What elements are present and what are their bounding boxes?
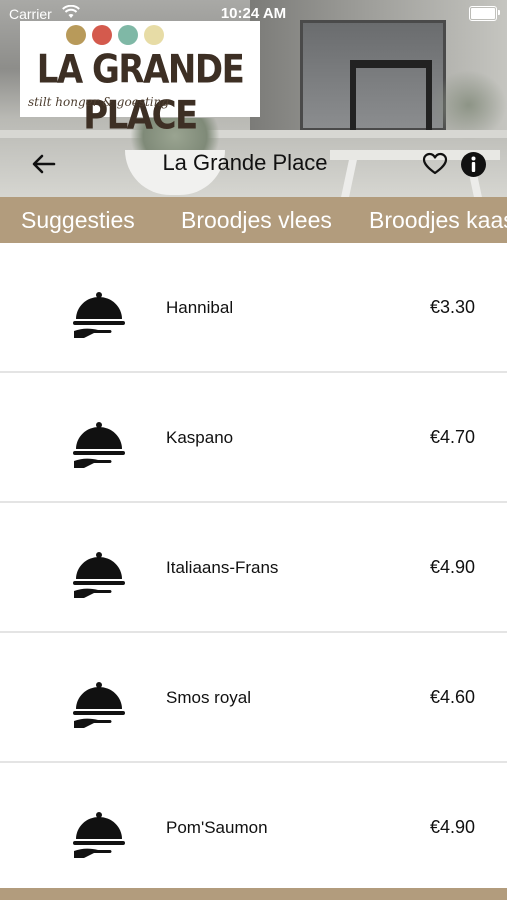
product-list: Hannibal €3.30 Kaspano €4.70 Italiaans-F… (0, 243, 507, 893)
list-item[interactable]: Smos royal €4.60 (0, 633, 507, 763)
tab-suggesties[interactable]: Suggesties (21, 197, 135, 243)
list-item[interactable]: Kaspano €4.70 (0, 373, 507, 503)
bread-icon (118, 25, 138, 45)
battery-icon (469, 6, 500, 21)
food-cloche-icon (73, 422, 125, 468)
bulb-icon (144, 25, 164, 45)
logo-title: LA GRANDE PLACE (36, 47, 245, 139)
info-circle-icon[interactable] (460, 151, 487, 178)
logo-tagline: stilt honger & goesting (28, 95, 170, 109)
category-tabs: Suggesties Broodjes vlees Broodjes kaas (0, 197, 507, 243)
food-icon (92, 25, 112, 45)
heart-outline-icon[interactable] (422, 152, 448, 176)
tab-broodjes-kaas[interactable]: Broodjes kaas (369, 197, 507, 243)
food-cloche-icon (73, 292, 125, 338)
product-name: Kaspano (166, 428, 234, 447)
food-cloche-icon (73, 682, 125, 728)
product-price: €4.70 (429, 427, 475, 447)
food-cloche-icon (73, 812, 125, 858)
food-cloche-icon (73, 552, 125, 598)
logo-icons (66, 25, 164, 45)
restaurant-logo: LA GRANDE PLACE stilt honger & goesting (20, 21, 260, 139)
tab-broodjes-vlees[interactable]: Broodjes vlees (181, 197, 332, 243)
bottom-bar (0, 888, 507, 900)
product-price: €4.60 (429, 687, 475, 707)
list-item[interactable]: Pom'Saumon €4.90 (0, 763, 507, 893)
clock: 10:24 AM (220, 5, 287, 22)
product-name: Hannibal (166, 298, 234, 317)
list-item[interactable]: Italiaans-Frans €4.90 (0, 503, 507, 633)
product-name: Pom'Saumon (166, 818, 268, 837)
page-title: La Grande Place (162, 150, 328, 175)
product-name: Italiaans-Frans (166, 558, 279, 577)
product-name: Smos royal (166, 688, 252, 707)
nav-bar: La Grande Place (0, 140, 507, 188)
list-item[interactable]: Hannibal €3.30 (0, 243, 507, 373)
arrow-left-icon[interactable] (30, 150, 58, 178)
coffee-icon (66, 25, 86, 45)
product-price: €4.90 (429, 817, 475, 837)
product-price: €4.90 (429, 557, 475, 577)
product-price: €3.30 (429, 297, 475, 317)
